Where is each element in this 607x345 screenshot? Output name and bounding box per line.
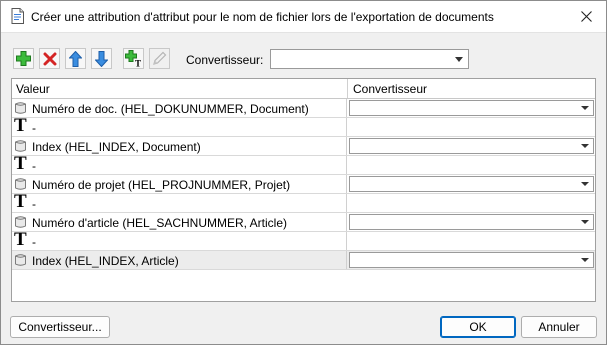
move-down-button[interactable] [91,48,112,69]
converters-button[interactable]: Convertisseur... [10,316,110,338]
value-text: - [32,235,36,249]
column-header-converter[interactable]: Convertisseur [353,82,427,96]
converter-select[interactable] [270,49,469,69]
row-converter-select[interactable] [349,176,594,192]
attribute-icon [15,254,26,266]
text-icon: T [14,153,27,174]
chevron-down-icon [581,258,589,262]
text-icon: T [14,191,27,212]
table-row[interactable]: Index (HEL_INDEX, Article) [12,251,595,270]
table-row[interactable]: Numéro de doc. (HEL_DOKUNUMMER, Document… [12,99,595,118]
chevron-down-icon [581,144,589,148]
add-button[interactable] [13,48,34,69]
value-cell[interactable]: T- [12,153,347,174]
ok-button[interactable]: OK [440,316,516,338]
arrow-up-icon [69,50,82,67]
grid-header: Valeur Convertisseur [12,79,595,99]
table-row[interactable]: Index (HEL_INDEX, Document) [12,137,595,156]
value-text: - [32,121,36,135]
dialog-window: Créer une attribution d'attribut pour le… [0,0,607,345]
dialog-title: Créer une attribution d'attribut pour le… [31,10,494,24]
plus-text-icon: T [125,50,141,68]
attribute-icon [15,216,26,228]
attribute-icon [15,178,26,190]
edit-button[interactable] [149,48,170,69]
converter-cell[interactable] [348,156,595,174]
value-cell[interactable]: Numéro de projet (HEL_PROJNUMMER, Projet… [12,175,347,193]
converter-cell[interactable] [348,213,595,231]
row-converter-select[interactable] [349,214,594,230]
converters-button-label: Convertisseur... [18,320,102,334]
value-cell[interactable]: Numéro d'article (HEL_SACHNUMMER, Articl… [12,213,347,231]
converter-label: Convertisseur: [186,53,264,67]
value-text: Numéro d'article (HEL_SACHNUMMER, Articl… [32,216,288,230]
value-text: - [32,197,36,211]
value-text: Numéro de doc. (HEL_DOKUNUMMER, Document… [32,102,309,116]
document-icon [11,8,24,24]
table-row[interactable]: T- [12,115,595,137]
table-row[interactable]: T- [12,229,595,251]
converter-cell[interactable] [348,137,595,155]
value-cell[interactable]: T- [12,191,347,212]
converter-cell[interactable] [348,251,595,269]
title-bar: Créer une attribution d'attribut pour le… [1,1,606,33]
chevron-down-icon [581,220,589,224]
row-converter-select[interactable] [349,252,594,268]
move-up-button[interactable] [65,48,86,69]
pencil-icon [153,51,167,65]
converter-cell[interactable] [348,175,595,193]
chevron-down-icon [455,57,463,62]
value-text: Index (HEL_INDEX, Document) [32,140,201,154]
converter-cell[interactable] [348,232,595,250]
close-icon [580,11,592,22]
table-row[interactable]: Numéro d'article (HEL_SACHNUMMER, Articl… [12,213,595,232]
table-row[interactable]: T- [12,191,595,213]
value-cell[interactable]: T- [12,229,347,250]
delete-button[interactable] [39,48,60,69]
value-text: Numéro de projet (HEL_PROJNUMMER, Projet… [32,178,291,192]
value-cell[interactable]: Numéro de doc. (HEL_DOKUNUMMER, Document… [12,99,347,117]
text-icon: T [14,115,27,136]
value-cell[interactable]: Index (HEL_INDEX, Document) [12,137,347,155]
plus-icon [16,51,31,66]
value-cell[interactable]: Index (HEL_INDEX, Article) [12,251,347,269]
table-row[interactable]: Numéro de projet (HEL_PROJNUMMER, Projet… [12,175,595,194]
table-row[interactable]: T- [12,153,595,175]
x-icon [43,52,56,65]
attribute-icon [15,140,26,152]
cancel-button[interactable]: Annuler [521,316,597,338]
row-converter-select[interactable] [349,138,594,154]
svg-text:T: T [135,59,141,68]
attribute-icon [15,102,26,114]
value-cell[interactable]: T- [12,115,347,136]
converter-cell[interactable] [348,99,595,117]
chevron-down-icon [581,106,589,110]
ok-button-label: OK [469,320,487,334]
chevron-down-icon [581,182,589,186]
text-icon: T [14,229,27,250]
value-text: - [32,159,36,173]
row-converter-select[interactable] [349,100,594,116]
column-divider[interactable] [347,79,348,98]
attribute-grid: Valeur Convertisseur Numéro de doc. (HEL… [11,78,596,302]
add-text-button[interactable]: T [123,48,144,69]
arrow-down-icon [95,50,108,67]
value-text: Index (HEL_INDEX, Article) [32,254,179,268]
converter-cell[interactable] [348,118,595,136]
converter-cell[interactable] [348,194,595,212]
column-header-value[interactable]: Valeur [16,82,50,96]
cancel-button-label: Annuler [538,320,580,334]
close-button[interactable] [566,1,606,32]
